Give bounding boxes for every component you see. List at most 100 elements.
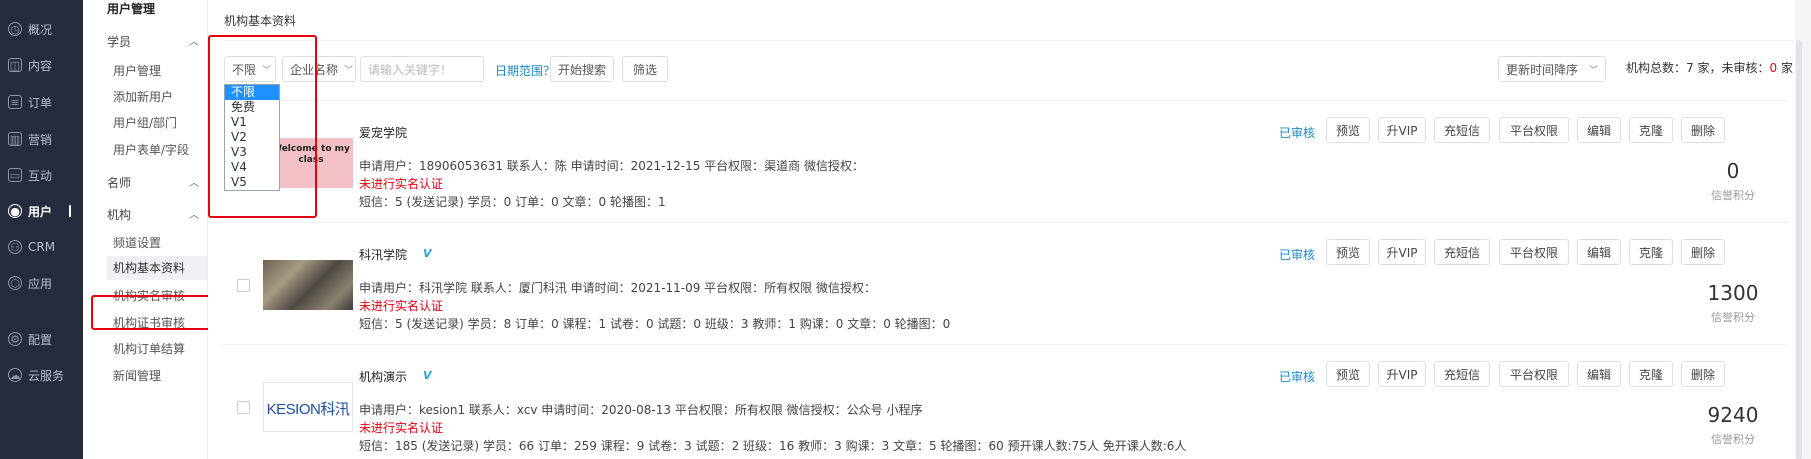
chevron-down-icon: ﹀ [344,65,354,76]
level-option[interactable]: 免费 [225,100,279,115]
gear-icon: ⚙ [8,332,22,346]
date-range-link[interactable]: 日期范围？ [495,62,555,79]
sort-select[interactable]: 更新时间降序 ﹀ [1498,56,1606,82]
edit-button[interactable]: 编辑 [1577,239,1621,265]
clone-button[interactable]: 克隆 [1629,239,1673,265]
edit-button[interactable]: 编辑 [1577,361,1621,387]
platform-permission-button[interactable]: 平台权限 [1499,361,1569,387]
level-option[interactable]: V3 [225,145,279,160]
delete-button[interactable]: 删除 [1681,117,1725,143]
status-badge[interactable]: 已审核 [1279,246,1315,263]
credit-score-label: 信誉积分 [1711,311,1755,324]
nav-item-label: 订单 [28,95,53,110]
submenu-item-org-verification[interactable]: 机构实名审核 [113,287,185,304]
active-indicator [69,205,71,217]
group-label: 学员 [107,35,132,49]
nav-item-label: 云服务 [28,368,65,383]
delete-button[interactable]: 删除 [1681,239,1725,265]
nav-item-label: 营销 [28,132,53,147]
sort-select-value: 更新时间降序 [1506,62,1579,77]
clone-button[interactable]: 克隆 [1629,117,1673,143]
org-apply-info: 申请用户：kesion1 联系人：xcv 申请时间：2020-08-13 平台权… [359,403,923,417]
upgrade-vip-button[interactable]: 升VIP [1378,361,1426,387]
chat-icon: ▭ [8,168,22,182]
page-title: 机构基本资料 [224,14,297,28]
org-name: 机构演示 [359,370,408,384]
main-content: 机构基本资料 不限 ﹀ 企业名称 ﹀ 请输入关键字！ 日期范围？ 开始搜索 筛选 更… [208,0,1803,459]
level-option[interactable]: V4 [225,160,279,175]
level-option[interactable]: V2 [225,130,279,145]
verified-vip-icon: V [423,247,432,260]
submenu-item-news[interactable]: 新闻管理 [113,367,161,384]
chevron-up-icon: ︿ [189,178,199,189]
submenu-item-org-profile[interactable]: 机构基本资料 [107,256,207,280]
stat-text: 机构总数： [1626,61,1687,75]
scrollbar[interactable] [1795,0,1803,459]
chevron-up-icon: ︿ [189,210,199,221]
submenu-group-org[interactable]: 机构 ︿ [107,206,199,223]
org-stats: 短信：185 (发送记录) 学员：66 订单：259 课程：9 试卷：3 试题：… [359,439,1187,453]
stat-text: 家 [1777,61,1793,75]
org-row: 科汛学院 V 申请用户：科汛学院 联系人：厦门科汛 申请时间：2021-11-0… [223,222,1788,344]
upgrade-vip-button[interactable]: 升VIP [1378,239,1426,265]
filter-button[interactable]: 筛选 [622,56,668,82]
preview-button[interactable]: 预览 [1326,117,1370,143]
credit-score-label: 信誉积分 [1711,189,1755,202]
search-button[interactable]: 开始搜索 [550,56,614,82]
level-dropdown-menu: 不限 免费 V1 V2 V3 V4 V5 [224,84,280,191]
submenu-group-teacher[interactable]: 名师 ︿ [107,174,199,191]
keyword-input[interactable]: 请输入关键字！ [360,56,484,82]
chevron-down-icon: ﹀ [1588,65,1598,76]
submenu-item-org-certificates[interactable]: 机构证书审核 [113,314,185,331]
org-apply-info: 申请用户：18906053631 联系人：陈 申请时间：2021-12-15 平… [359,159,864,173]
nav-item-users[interactable]: ● 用户 [0,198,83,224]
submenu-item-channel-settings[interactable]: 频道设置 [113,234,161,251]
nav-item-orders[interactable]: ≡ 订单 [0,89,83,115]
nav-item-interaction[interactable]: ▭ 互动 [0,162,83,188]
recharge-sms-button[interactable]: 充短信 [1434,239,1490,265]
edit-button[interactable]: 编辑 [1577,117,1621,143]
main-nav: ◷ 概况 ◫ 内容 ≡ 订单 ▥ 营销 ▭ 互动 ● 用户 ⚇ CRM ⬡ 应用 ⚙ 配置 ☁ 云服… [0,0,83,459]
submenu-item-user-management[interactable]: 用户管理 [113,62,161,79]
credit-score-label: 信誉积分 [1711,433,1755,446]
recharge-sms-button[interactable]: 充短信 [1434,117,1490,143]
nav-item-marketing[interactable]: ▥ 营销 [0,126,83,152]
submenu-group-student[interactable]: 学员 ︿ [107,33,199,50]
upgrade-vip-button[interactable]: 升VIP [1378,117,1426,143]
level-option[interactable]: V1 [225,115,279,130]
divider [224,40,1794,41]
field-select[interactable]: 企业名称 ﹀ [282,56,356,82]
submenu-item-add-user[interactable]: 添加新用户 [113,88,173,105]
submenu-item-user-forms[interactable]: 用户表单/字段 [113,141,189,158]
platform-permission-button[interactable]: 平台权限 [1499,117,1569,143]
nav-item-apps[interactable]: ⬡ 应用 [0,270,83,296]
user-icon: ● [8,204,22,218]
level-option[interactable]: V5 [225,175,279,190]
nav-item-content[interactable]: ◫ 内容 [0,52,83,78]
nav-item-cloud[interactable]: ☁ 云服务 [0,362,83,388]
verification-warning: 未进行实名认证 [359,177,444,191]
credit-score: 1300 [1707,281,1759,305]
preview-button[interactable]: 预览 [1326,239,1370,265]
platform-permission-button[interactable]: 平台权限 [1499,239,1569,265]
nav-item-settings[interactable]: ⚙ 配置 [0,326,83,352]
delete-button[interactable]: 删除 [1681,361,1725,387]
row-checkbox[interactable] [237,279,250,292]
nav-item-label: 概况 [28,22,53,37]
clone-button[interactable]: 克隆 [1629,361,1673,387]
level-option[interactable]: 不限 [225,85,279,100]
verification-warning: 未进行实名认证 [359,299,444,313]
nav-item-overview[interactable]: ◷ 概况 [0,16,83,42]
scrollbar-thumb[interactable] [1796,40,1802,459]
nav-item-crm[interactable]: ⚇ CRM [0,234,83,260]
status-badge[interactable]: 已审核 [1279,368,1315,385]
sub-menu: 用户管理 学员 ︿ 用户管理 添加新用户 用户组/部门 用户表单/字段 名师 ︿ 机… [83,0,208,459]
status-badge[interactable]: 已审核 [1279,124,1315,141]
row-checkbox[interactable] [237,401,250,414]
submenu-item-user-groups[interactable]: 用户组/部门 [113,114,177,131]
submenu-item-org-settlement[interactable]: 机构订单结算 [113,340,185,357]
level-select[interactable]: 不限 ﹀ [224,56,276,82]
preview-button[interactable]: 预览 [1326,361,1370,387]
credit-score: 9240 [1707,403,1759,427]
recharge-sms-button[interactable]: 充短信 [1434,361,1490,387]
